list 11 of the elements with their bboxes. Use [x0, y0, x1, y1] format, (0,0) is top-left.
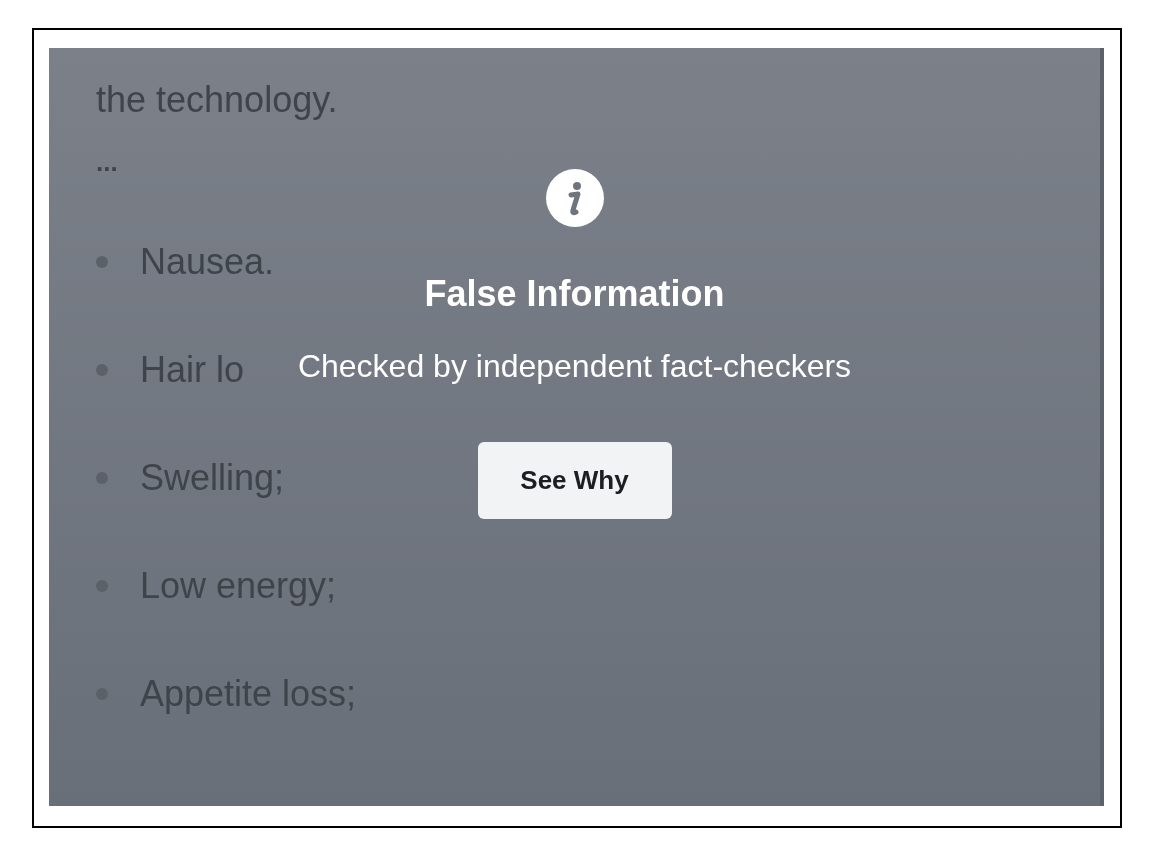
list-item-text: Hair lo [140, 348, 245, 392]
see-why-button[interactable]: See Why [477, 442, 672, 519]
article-text: ... [96, 147, 119, 177]
info-icon [544, 168, 605, 228]
article-text: the technology. [96, 78, 339, 122]
warning-title: False Information [424, 274, 725, 314]
warning-subtitle: Checked by independent fact-checkers [297, 348, 852, 384]
bullet-icon [96, 256, 108, 268]
bullet-icon [96, 364, 108, 376]
list-item-text: Nausea. [140, 240, 275, 284]
bullet-icon [96, 472, 108, 484]
